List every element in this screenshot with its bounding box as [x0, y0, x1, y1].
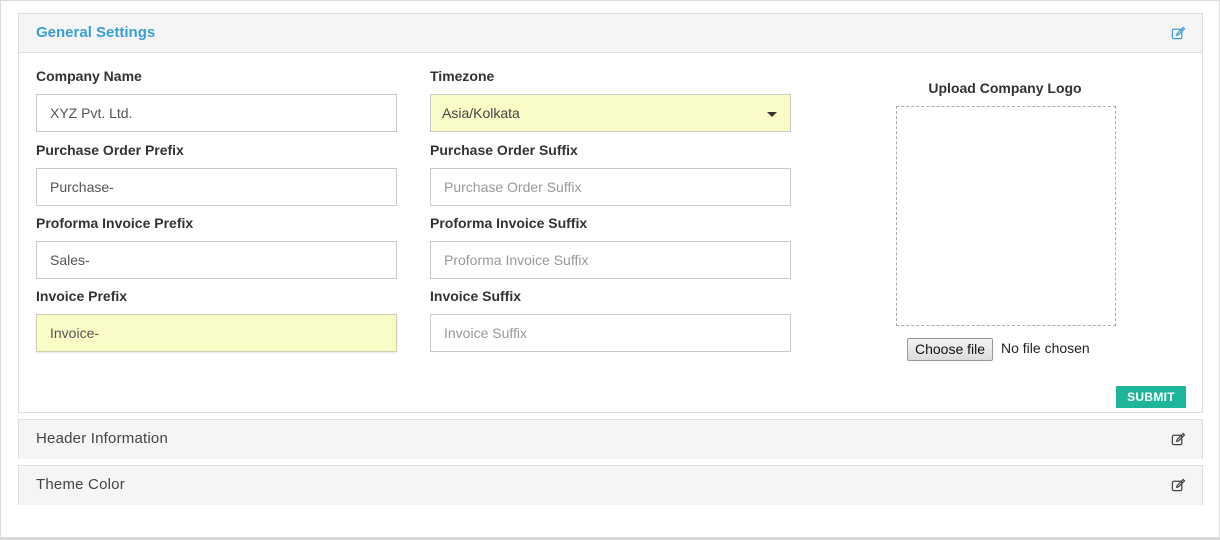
timezone-label: Timezone	[430, 68, 495, 84]
po-suffix-label: Purchase Order Suffix	[430, 142, 578, 158]
header-information-panel: Header Information	[18, 419, 1203, 459]
theme-color-panel: Theme Color	[18, 465, 1203, 505]
timezone-selected-value: Asia/Kolkata	[442, 105, 520, 121]
logo-preview-area	[896, 106, 1116, 326]
po-suffix-input[interactable]	[430, 168, 791, 206]
edit-icon[interactable]	[1171, 478, 1186, 493]
po-prefix-input[interactable]	[36, 168, 397, 206]
theme-color-header[interactable]: Theme Color	[19, 466, 1202, 505]
invoice-prefix-label: Invoice Prefix	[36, 288, 128, 304]
edit-icon[interactable]	[1171, 26, 1186, 41]
panel-title: General Settings	[36, 24, 156, 41]
upload-logo-label: Upload Company Logo	[928, 80, 1082, 96]
invoice-suffix-input[interactable]	[430, 314, 791, 352]
header-information-header[interactable]: Header Information	[19, 420, 1202, 459]
edit-icon[interactable]	[1171, 432, 1186, 447]
panel-title: Theme Color	[36, 476, 125, 493]
panel-title: Header Information	[36, 430, 169, 447]
po-prefix-label: Purchase Order Prefix	[36, 142, 184, 158]
caret-down-icon	[767, 112, 777, 117]
submit-button[interactable]: SUBMIT	[1116, 386, 1186, 408]
pi-prefix-label: Proforma Invoice Prefix	[36, 215, 194, 231]
invoice-suffix-label: Invoice Suffix	[430, 288, 522, 304]
invoice-prefix-input[interactable]	[36, 314, 397, 352]
choose-file-button[interactable]: Choose file	[907, 338, 994, 361]
settings-frame: General Settings Company Name Purchase O…	[0, 0, 1220, 540]
pi-suffix-label: Proforma Invoice Suffix	[430, 215, 588, 231]
file-status-text: No file chosen	[1001, 340, 1090, 356]
general-settings-header[interactable]: General Settings	[19, 14, 1202, 53]
timezone-select[interactable]: Asia/Kolkata	[430, 94, 791, 132]
pi-prefix-input[interactable]	[36, 241, 397, 279]
company-name-input[interactable]	[36, 94, 397, 132]
pi-suffix-input[interactable]	[430, 241, 791, 279]
company-name-label: Company Name	[36, 68, 142, 84]
general-settings-panel: General Settings Company Name Purchase O…	[18, 13, 1203, 413]
